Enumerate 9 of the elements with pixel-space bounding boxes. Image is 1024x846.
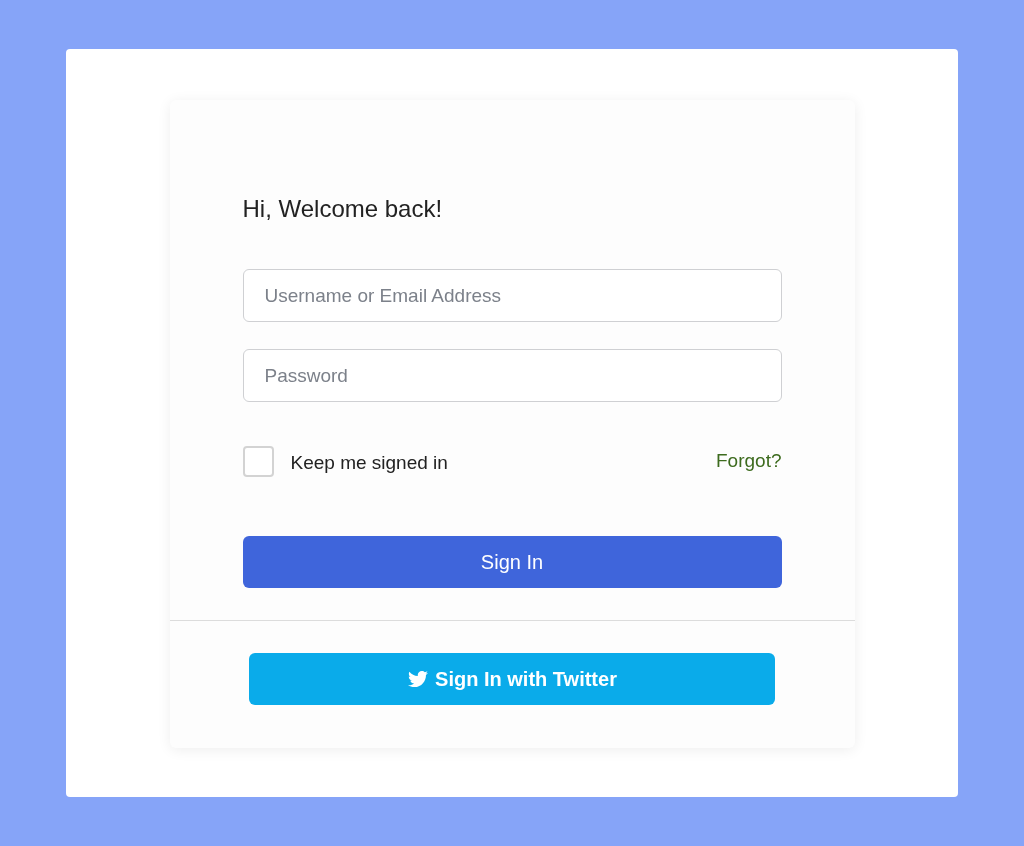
password-field[interactable]: Password	[242, 349, 782, 402]
username-field[interactable]: Username or Email Address	[242, 269, 782, 322]
bird-icon	[407, 669, 430, 689]
welcome-heading: Hi, Welcome back!	[242, 195, 443, 223]
keep-signed-in-label: Keep me signed in	[290, 452, 448, 474]
forgot-link[interactable]: Forgot?	[716, 450, 782, 472]
twitter-sign-in-button[interactable]: Sign In with Twitter	[249, 653, 775, 705]
checkbox[interactable]	[242, 445, 274, 477]
sign-in-button[interactable]: Sign In	[242, 536, 782, 588]
